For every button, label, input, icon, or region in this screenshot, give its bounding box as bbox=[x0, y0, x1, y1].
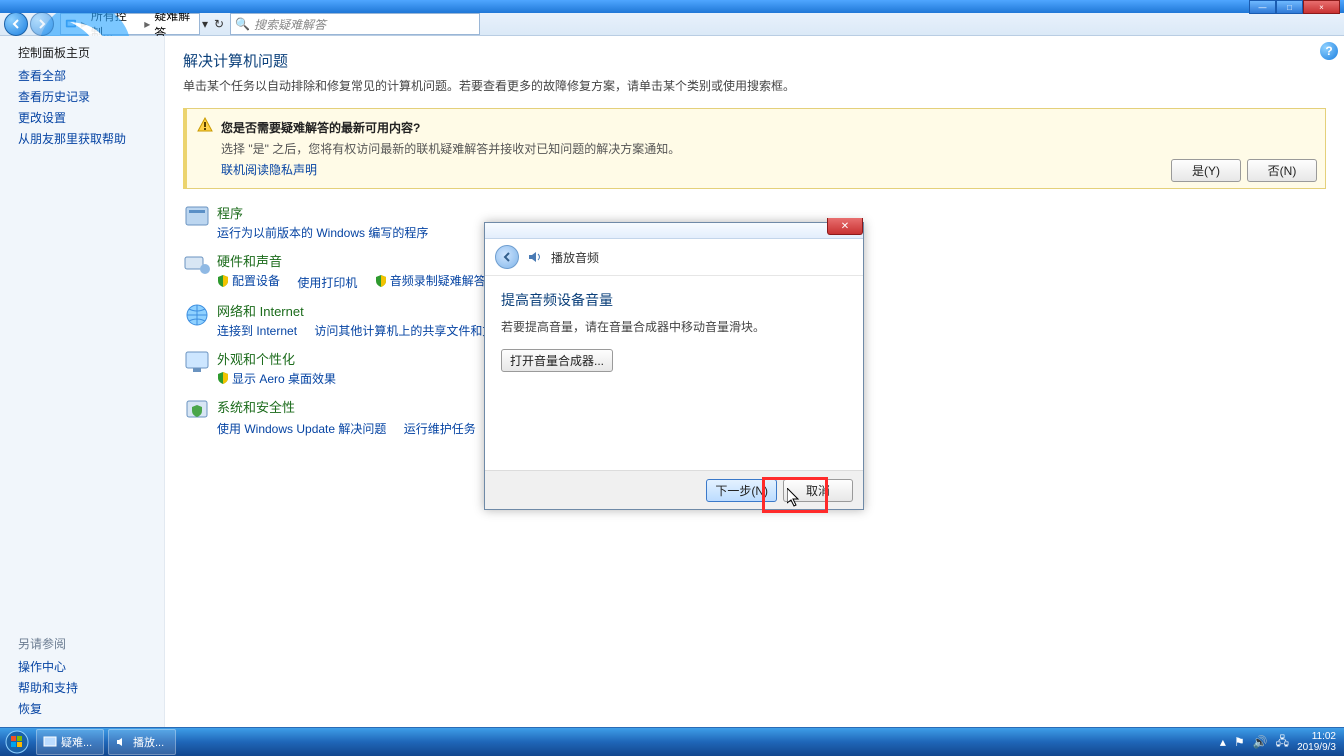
link-configure-device[interactable]: 配置设备 bbox=[217, 272, 280, 289]
breadcrumb-separator: ▸ bbox=[144, 17, 150, 31]
breadcrumb-separator: ▸ bbox=[81, 17, 87, 31]
sidebar-link-view-all[interactable]: 查看全部 bbox=[18, 67, 164, 84]
search-placeholder: 搜索疑难解答 bbox=[254, 16, 326, 33]
search-input[interactable]: 🔍 搜索疑难解答 bbox=[230, 13, 480, 35]
start-button[interactable] bbox=[0, 728, 34, 756]
dialog-footer: 下一步(N) 取消 bbox=[485, 470, 863, 509]
taskbar-item-audio[interactable]: 播放... bbox=[108, 729, 176, 755]
dialog-back-button[interactable] bbox=[495, 245, 519, 269]
taskbar[interactable]: 疑难... 播放... ▴ ⚑ 🔊 🖧 11:02 2019/9/3 bbox=[0, 727, 1344, 756]
dialog-body: 提高音频设备音量 若要提高音量，请在音量合成器中移动音量滑块。 打开音量合成器.… bbox=[485, 276, 863, 386]
speaker-icon bbox=[527, 249, 543, 265]
tray-clock[interactable]: 11:02 2019/9/3 bbox=[1297, 731, 1336, 753]
window-close-button[interactable]: × bbox=[1303, 0, 1340, 14]
window-maximize-button[interactable]: □ bbox=[1276, 0, 1303, 14]
sidebar-link-friend-help[interactable]: 从朋友那里获取帮助 bbox=[18, 130, 164, 147]
dialog-title: 提高音频设备音量 bbox=[501, 290, 847, 310]
open-volume-mixer-button[interactable]: 打开音量合成器... bbox=[501, 349, 613, 372]
breadcrumb-dropdown[interactable]: ▾ bbox=[202, 17, 208, 31]
banner-body: 选择 "是" 之后，您将有权访问最新的联机疑难解答并接收对已知问题的解决方案通知… bbox=[221, 140, 1313, 157]
troubleshooter-dialog: ✕ 播放音频 提高音频设备音量 若要提高音量，请在音量合成器中移动音量滑块。 打… bbox=[484, 222, 864, 510]
search-icon: 🔍 bbox=[235, 17, 250, 31]
speaker-icon bbox=[115, 735, 129, 749]
nav-forward-button[interactable] bbox=[30, 12, 54, 36]
shield-icon bbox=[375, 275, 387, 287]
appearance-icon bbox=[183, 349, 211, 377]
dialog-cancel-button[interactable]: 取消 bbox=[783, 479, 853, 502]
window-icon bbox=[43, 735, 57, 749]
programs-icon bbox=[183, 203, 211, 231]
page-subtitle: 单击某个任务以自动排除和修复常见的计算机问题。若要查看更多的故障修复方案，请单击… bbox=[183, 77, 1326, 94]
dialog-description: 若要提高音量，请在音量合成器中移动音量滑块。 bbox=[501, 318, 847, 335]
system-tray[interactable]: ▴ ⚑ 🔊 🖧 11:02 2019/9/3 bbox=[1220, 731, 1344, 753]
sidebar-also-action-center[interactable]: 操作中心 bbox=[18, 658, 78, 675]
network-icon bbox=[183, 301, 211, 329]
breadcrumb[interactable]: ▸ 所有控制... ▸ 疑难解答 bbox=[60, 13, 200, 35]
page-title: 解决计算机问题 bbox=[183, 50, 1326, 71]
banner-yes-button[interactable]: 是(Y) bbox=[1171, 159, 1241, 182]
link-use-printer[interactable]: 使用打印机 bbox=[297, 274, 357, 291]
dialog-close-button[interactable]: ✕ bbox=[827, 218, 863, 235]
link-run-legacy-programs[interactable]: 运行为以前版本的 Windows 编写的程序 bbox=[217, 224, 428, 241]
category-title[interactable]: 程序 bbox=[217, 203, 442, 222]
sidebar: 控制面板主页 查看全部 查看历史记录 更改设置 从朋友那里获取帮助 另请参阅 操… bbox=[0, 36, 165, 729]
sidebar-link-history[interactable]: 查看历史记录 bbox=[18, 88, 164, 105]
help-icon[interactable]: ? bbox=[1320, 42, 1338, 60]
tray-chevron-icon[interactable]: ▴ bbox=[1220, 735, 1226, 749]
shield-icon bbox=[217, 372, 229, 384]
tray-network-icon[interactable]: 🖧 bbox=[1276, 732, 1289, 753]
link-connect-internet[interactable]: 连接到 Internet bbox=[217, 322, 297, 339]
link-windows-update[interactable]: 使用 Windows Update 解决问题 bbox=[217, 420, 386, 437]
tray-flag-icon[interactable]: ⚑ bbox=[1234, 735, 1245, 749]
control-panel-icon bbox=[65, 17, 77, 31]
dialog-header: 播放音频 bbox=[485, 239, 863, 276]
breadcrumb-refresh[interactable]: ↻ bbox=[214, 17, 224, 31]
banner-no-button[interactable]: 否(N) bbox=[1247, 159, 1317, 182]
shield-icon bbox=[217, 275, 229, 287]
window-titlebar: — □ × bbox=[0, 0, 1344, 13]
banner-title: 您是否需要疑难解答的最新可用内容? bbox=[221, 119, 1313, 136]
tray-volume-icon[interactable]: 🔊 bbox=[1253, 735, 1268, 749]
window-minimize-button[interactable]: — bbox=[1249, 0, 1276, 14]
warning-icon bbox=[197, 117, 213, 133]
link-aero-effects[interactable]: 显示 Aero 桌面效果 bbox=[217, 370, 336, 387]
address-bar: ▸ 所有控制... ▸ 疑难解答 ▾ ↻ 🔍 搜索疑难解答 bbox=[0, 13, 1344, 36]
banner-privacy-link[interactable]: 联机阅读隐私声明 bbox=[221, 161, 1313, 178]
dialog-header-title: 播放音频 bbox=[551, 249, 599, 266]
dialog-titlebar[interactable]: ✕ bbox=[485, 223, 863, 239]
sidebar-link-settings[interactable]: 更改设置 bbox=[18, 109, 164, 126]
security-icon bbox=[183, 397, 211, 425]
dialog-next-button[interactable]: 下一步(N) bbox=[706, 479, 777, 502]
link-maintenance[interactable]: 运行维护任务 bbox=[404, 420, 476, 437]
sidebar-also-help[interactable]: 帮助和支持 bbox=[18, 679, 78, 696]
sidebar-header: 控制面板主页 bbox=[18, 44, 164, 61]
taskbar-item-troubleshoot[interactable]: 疑难... bbox=[36, 729, 104, 755]
sidebar-also-recovery[interactable]: 恢复 bbox=[18, 700, 78, 717]
info-banner: 您是否需要疑难解答的最新可用内容? 选择 "是" 之后，您将有权访问最新的联机疑… bbox=[183, 108, 1326, 189]
nav-back-button[interactable] bbox=[4, 12, 28, 36]
link-audio-record-troubleshoot[interactable]: 音频录制疑难解答 bbox=[375, 272, 486, 289]
hardware-icon bbox=[183, 251, 211, 279]
category-title[interactable]: 外观和个性化 bbox=[217, 349, 350, 368]
sidebar-also-header: 另请参阅 bbox=[18, 635, 78, 652]
